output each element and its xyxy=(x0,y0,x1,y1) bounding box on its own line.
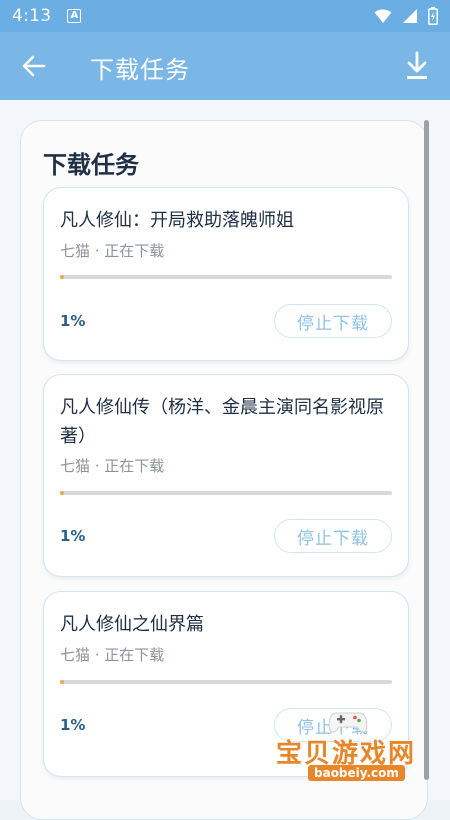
progress-fill xyxy=(60,275,64,279)
progress-fill xyxy=(60,491,64,495)
scrollbar[interactable] xyxy=(424,120,429,780)
progress-percent: 1% xyxy=(60,527,86,545)
task-title: 凡人修仙之仙界篇 xyxy=(60,614,204,635)
task-status: 七猫 · 正在下载 xyxy=(60,457,165,475)
task-status: 七猫 · 正在下载 xyxy=(60,242,165,260)
task-status: 七猫 · 正在下载 xyxy=(60,646,165,664)
download-icon[interactable] xyxy=(402,50,432,82)
task-title: 凡人修仙：开局救助落魄师姐 xyxy=(60,210,294,231)
app-title: 下载任务 xyxy=(90,56,190,84)
progress-bar xyxy=(60,680,392,684)
stop-download-button[interactable]: 停止下载 xyxy=(274,304,392,338)
progress-bar xyxy=(60,491,392,495)
section-title: 下载任务 xyxy=(43,151,139,179)
battery-icon xyxy=(428,7,438,25)
wifi-icon xyxy=(374,9,392,23)
progress-percent: 1% xyxy=(60,716,86,734)
notification-a-icon: A xyxy=(67,9,82,23)
stop-download-button[interactable]: 停止下载 xyxy=(274,519,392,553)
gamepad-icon xyxy=(328,712,368,733)
progress-fill xyxy=(60,680,64,684)
status-time: 4:13 xyxy=(12,6,52,26)
progress-percent: 1% xyxy=(60,312,86,330)
task-card: 凡人修仙：开局救助落魄师姐 七猫 · 正在下载 1% 停止下载 xyxy=(43,187,409,361)
status-icons xyxy=(374,7,438,25)
watermark-url: baobeiy.com xyxy=(308,765,405,781)
watermark: 宝贝游戏网 baobeiy.com xyxy=(268,705,428,783)
progress-bar xyxy=(60,275,392,279)
content-area: 下载任务 凡人修仙：开局救助落魄师姐 七猫 · 正在下载 1% 停止下载 凡人修… xyxy=(0,100,450,820)
status-bar: 4:13 A xyxy=(0,0,450,32)
task-card: 凡人修仙传（杨洋、金晨主演同名影视原著） 七猫 · 正在下载 1% 停止下载 xyxy=(43,374,409,577)
task-title: 凡人修仙传（杨洋、金晨主演同名影视原著） xyxy=(60,397,384,447)
signal-icon xyxy=(403,9,417,23)
app-bar: 下载任务 xyxy=(0,32,450,100)
arrow-left-icon[interactable] xyxy=(20,52,48,80)
